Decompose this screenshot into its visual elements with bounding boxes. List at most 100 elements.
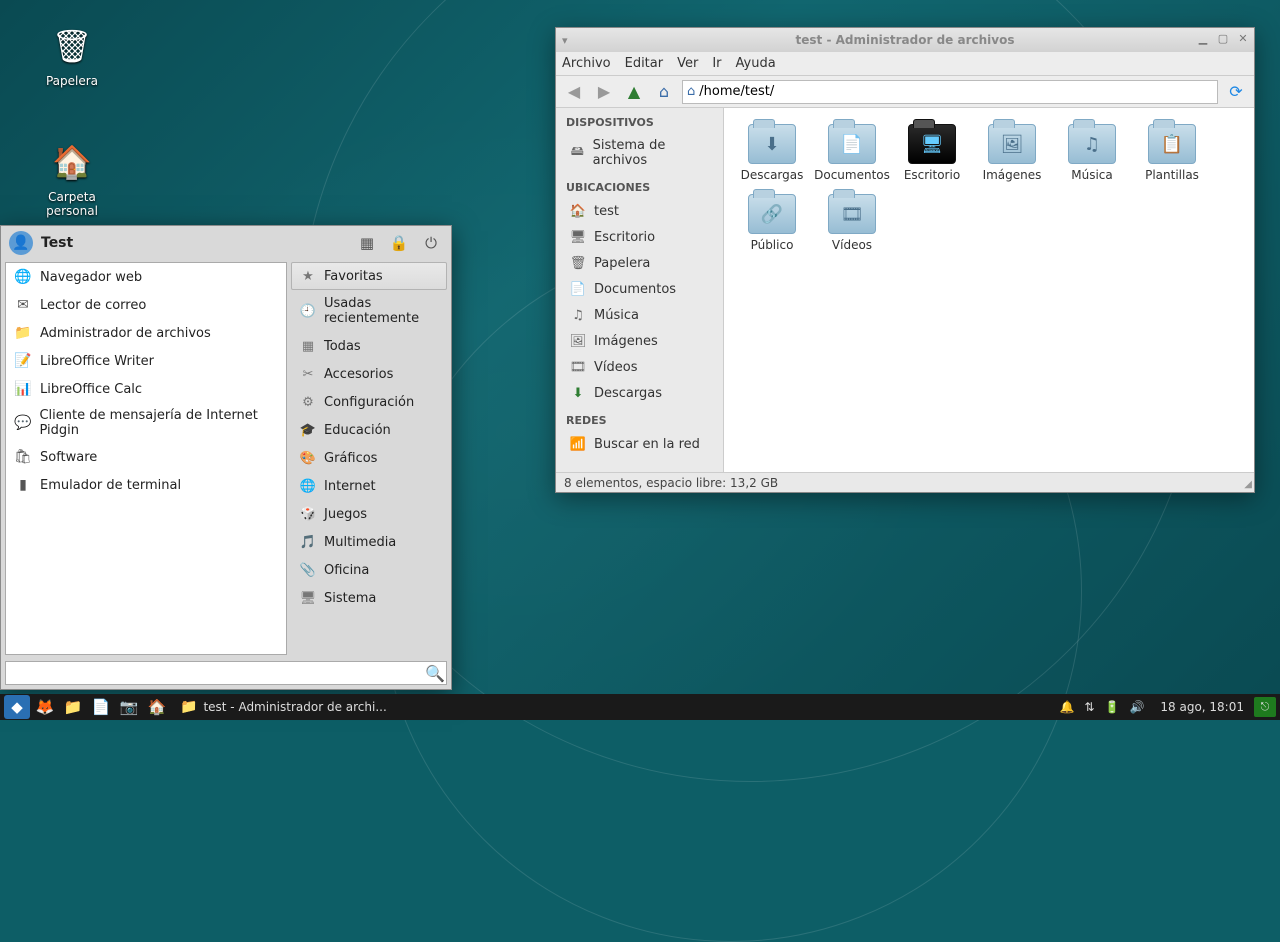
app-item[interactable]: 💬Cliente de mensajería de Internet Pidgi… [6, 403, 286, 443]
resize-grip[interactable]: ◢ [1244, 479, 1252, 490]
folder-icon: 📋 [1148, 124, 1196, 164]
menu-ayuda[interactable]: Ayuda [736, 56, 776, 71]
tray-updates-icon[interactable]: ⇅ [1084, 700, 1094, 714]
launcher-firefox[interactable]: 🦊 [32, 695, 58, 719]
taskbar: ◆ 🦊 📁 📄 📷 🏠 📁 test - Administrador de ar… [0, 694, 1280, 720]
refresh-button[interactable]: ⟳ [1224, 80, 1248, 104]
power-button[interactable]: ⏻ [419, 231, 443, 255]
app-item[interactable]: ▮ Emulador de terminal [6, 471, 286, 499]
category-item[interactable]: 🌐Internet [291, 472, 447, 500]
category-item[interactable]: ⚙Configuración [291, 388, 447, 416]
menu-editar[interactable]: Editar [625, 56, 664, 71]
downloads-icon: ⬇ [570, 385, 586, 401]
folder-item[interactable]: 🔗Público [732, 190, 812, 256]
folder-item[interactable]: ⬇Descargas [732, 120, 812, 186]
category-item[interactable]: 🎨Gráficos [291, 444, 447, 472]
taskbar-task[interactable]: 📁 test - Administrador de archi... [172, 695, 395, 719]
category-item[interactable]: 🕘Usadas recientemente [291, 290, 447, 332]
sidebar-item-label: Documentos [594, 282, 676, 297]
sidebar-item-home[interactable]: 🏠test [556, 198, 723, 224]
folder-label: Escritorio [892, 168, 972, 182]
nav-back-button[interactable]: ◀ [562, 80, 586, 104]
folder-item[interactable]: 📄Documentos [812, 120, 892, 186]
app-icon: 🌐 [14, 268, 32, 286]
sidebar-item-documents[interactable]: 📄Documentos [556, 276, 723, 302]
category-item[interactable]: ★Favoritas [291, 262, 447, 290]
launcher-screenshot[interactable]: 📷 [116, 695, 142, 719]
app-label: Emulador de terminal [40, 478, 181, 493]
app-item[interactable]: 🌐Navegador web [6, 263, 286, 291]
nav-home-button[interactable]: ⌂ [652, 80, 676, 104]
nav-forward-button[interactable]: ▶ [592, 80, 616, 104]
category-item[interactable]: 📎Oficina [291, 556, 447, 584]
nav-up-button[interactable]: ▲ [622, 80, 646, 104]
sidebar-item-label: Buscar en la red [594, 437, 700, 452]
path-bar[interactable]: ⌂ /home/test/ [682, 80, 1218, 104]
app-icon: ▮ [14, 476, 32, 494]
category-item[interactable]: 🖥Sistema [291, 584, 447, 612]
start-button[interactable]: ◆ [4, 695, 30, 719]
window-menu-icon[interactable]: ▾ [562, 34, 568, 47]
tray-battery-icon[interactable]: 🔋 [1104, 700, 1119, 714]
desktop-icon-home[interactable]: 🏠 Carpeta personal [22, 138, 122, 218]
show-desktop-button[interactable]: 🏠 [144, 695, 170, 719]
folder-icon: 🎞 [828, 194, 876, 234]
settings-button[interactable]: ▦ [355, 231, 379, 255]
sidebar-item-filesystem[interactable]: 🖴Sistema de archivos [556, 133, 723, 173]
menu-header: 👤 Test ▦ 🔒 ⏻ [1, 226, 451, 260]
sidebar-item-trash[interactable]: 🗑Papelera [556, 250, 723, 276]
search-icon[interactable]: 🔍 [424, 664, 446, 683]
folder-item[interactable]: ♫Música [1052, 120, 1132, 186]
maximize-button[interactable]: ▢ [1216, 31, 1230, 45]
folder-item[interactable]: 🖼Imágenes [972, 120, 1052, 186]
sidebar-item-desktop[interactable]: 🖥Escritorio [556, 224, 723, 250]
sidebar-item-music[interactable]: ♫Música [556, 302, 723, 328]
close-button[interactable]: ✕ [1236, 31, 1250, 45]
category-item[interactable]: ▦Todas [291, 332, 447, 360]
music-icon: ♫ [570, 307, 586, 323]
sidebar-item-videos[interactable]: 🎞Vídeos [556, 354, 723, 380]
app-item[interactable]: 📊LibreOffice Calc [6, 375, 286, 403]
app-item[interactable]: ✉Lector de correo [6, 291, 286, 319]
sidebar-item-label: Escritorio [594, 230, 655, 245]
search-input[interactable] [6, 666, 424, 681]
app-item[interactable]: 📝LibreOffice Writer [6, 347, 286, 375]
folder-item[interactable]: 📋Plantillas [1132, 120, 1212, 186]
category-item[interactable]: 🎓Educación [291, 416, 447, 444]
menu-ver[interactable]: Ver [677, 56, 698, 71]
avatar-icon[interactable]: 👤 [9, 231, 33, 255]
sidebar-item-network[interactable]: 📶Buscar en la red [556, 431, 723, 457]
menu-ir[interactable]: Ir [712, 56, 721, 71]
app-item[interactable]: 🛍Software [6, 443, 286, 471]
category-label: Juegos [324, 507, 367, 522]
minimize-button[interactable]: ▁ [1196, 31, 1210, 45]
titlebar[interactable]: ▾ test - Administrador de archivos ▁ ▢ ✕ [556, 28, 1254, 52]
menu-archivo[interactable]: Archivo [562, 56, 611, 71]
sidebar-item-downloads[interactable]: ⬇Descargas [556, 380, 723, 406]
category-item[interactable]: 🎵Multimedia [291, 528, 447, 556]
task-icon: 📁 [180, 699, 197, 715]
lock-button[interactable]: 🔒 [387, 231, 411, 255]
folder-item[interactable]: 🖥Escritorio [892, 120, 972, 186]
app-item[interactable]: 📁Administrador de archivos [6, 319, 286, 347]
folder-item[interactable]: 🎞Vídeos [812, 190, 892, 256]
sidebar-header-network: REDES [556, 406, 723, 431]
category-item[interactable]: ✂Accesorios [291, 360, 447, 388]
app-icon: ✉ [14, 296, 32, 314]
user-name: Test [41, 235, 73, 251]
sidebar-item-label: Vídeos [594, 360, 637, 375]
tray-volume-icon[interactable]: 🔊 [1129, 700, 1144, 714]
sidebar-item-label: Sistema de archivos [593, 138, 713, 168]
category-icon: 🌐 [300, 478, 316, 494]
launcher-files[interactable]: 📁 [60, 695, 86, 719]
logout-button[interactable]: ⎋ [1254, 697, 1276, 717]
clock[interactable]: 18 ago, 18:01 [1152, 700, 1252, 714]
desktop-icon-trash[interactable]: 🗑 Papelera [22, 22, 122, 88]
category-item[interactable]: 🎲Juegos [291, 500, 447, 528]
file-grid[interactable]: ⬇Descargas📄Documentos🖥Escritorio🖼Imágene… [724, 108, 1254, 472]
launcher-editor[interactable]: 📄 [88, 695, 114, 719]
app-menu: 👤 Test ▦ 🔒 ⏻ 🌐Navegador web✉Lector de co… [0, 225, 452, 690]
tray-notifications-icon[interactable]: 🔔 [1059, 700, 1074, 714]
sidebar-item-images[interactable]: 🖼Imágenes [556, 328, 723, 354]
sidebar-item-label: test [594, 204, 619, 219]
